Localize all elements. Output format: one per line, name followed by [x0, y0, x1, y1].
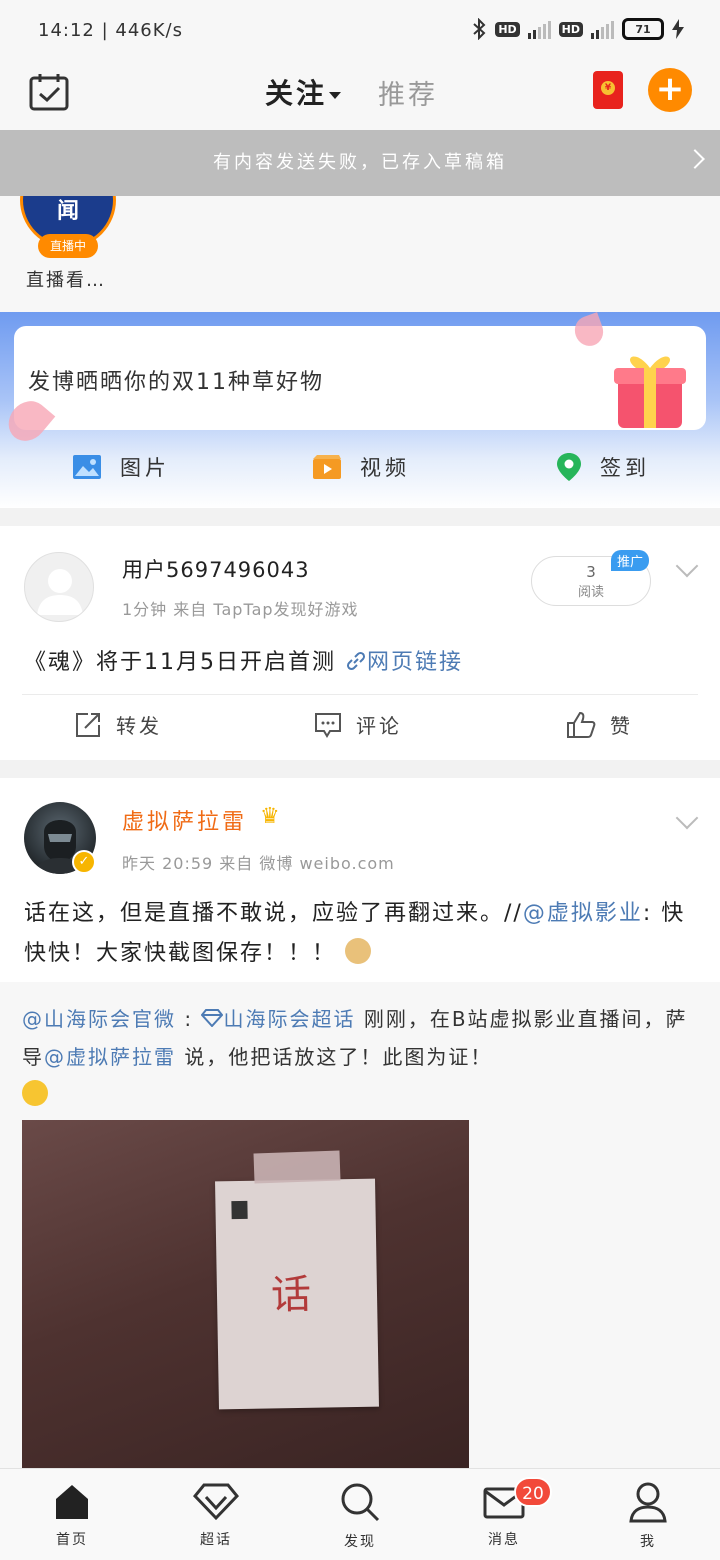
web-link[interactable]: 网页链接 [345, 650, 463, 675]
caret-down-icon [329, 91, 342, 99]
like-button[interactable]: 赞 [566, 710, 633, 739]
compose-video-button[interactable]: 视频 [312, 452, 410, 482]
verified-badge-icon: ✓ [72, 850, 96, 874]
thumbs-up-icon [567, 711, 596, 738]
compose-input[interactable]: 发博晒晒你的双11种草好物 [14, 326, 706, 430]
compose-actions: 图片 视频 签到 [0, 452, 720, 498]
feed-post: ✓ 虚拟萨拉雷 ♛ 昨天 20:59 来自 微博 weibo.com 话在这，但… [0, 778, 720, 1470]
repost-button[interactable]: 转发 [74, 710, 162, 739]
post-meta: 1分钟 来自 TapTap发现好游戏 [122, 600, 359, 619]
signal-icon-2 [591, 19, 614, 39]
repost-block[interactable]: @山海际会官微 : 山海际会超话 刚刚，在B站虚拟影业直播间，萨导@虚拟萨拉雷 … [0, 982, 720, 1470]
post-username[interactable]: 用户5697496043 [122, 554, 310, 584]
hd-icon-2: HD [558, 21, 583, 37]
hd-icon: HD [495, 21, 520, 37]
chevron-down-icon[interactable] [675, 554, 699, 578]
grin-emoji-icon [22, 1080, 48, 1106]
nav-home[interactable]: 首页 [32, 1481, 112, 1549]
live-tag: 直播中 [38, 234, 98, 258]
search-icon [341, 1483, 380, 1522]
user-icon [629, 1482, 667, 1523]
compose-image-button[interactable]: 图片 [72, 452, 170, 482]
mention-link[interactable]: @山海际会官微 [22, 1007, 176, 1031]
nav-discover[interactable]: 发现 [320, 1481, 400, 1551]
chevron-right-icon [685, 149, 705, 169]
default-avatar-icon [37, 569, 83, 615]
post-actions: 转发 评论 赞 [0, 696, 720, 756]
image-icon [73, 455, 101, 479]
link-icon [346, 651, 366, 671]
sticker [231, 1200, 248, 1220]
message-count-badge: 20 [514, 1477, 552, 1507]
tab-follow[interactable]: 关注 [259, 72, 342, 112]
doge-emoji-icon [345, 938, 372, 964]
post-image[interactable]: 话 [22, 1120, 469, 1470]
compose-card: 发博晒晒你的双11种草好物 图片 视频 签到 [0, 312, 720, 508]
draft-banner[interactable]: 有内容发送失败，已存入草稿箱 [0, 130, 720, 196]
promo-badge: 推广 [611, 550, 650, 571]
comment-icon [315, 712, 341, 738]
bottom-nav: 首页 超话 发现 消息 20 我 [0, 1468, 720, 1560]
location-pin-icon [557, 453, 581, 481]
diamond-icon [201, 1009, 224, 1028]
mention-link[interactable]: @虚拟萨拉雷 [44, 1045, 176, 1069]
live-label[interactable]: 直播看… [26, 266, 106, 292]
battery-icon: 71 [622, 18, 664, 40]
gift-icon [614, 356, 686, 428]
diamond-icon [192, 1483, 240, 1521]
feed-post: 用户5697496043 1分钟 来自 TapTap发现好游戏 3 阅读 推广 … [0, 526, 720, 760]
calendar-check-icon[interactable] [28, 72, 70, 112]
repost-icon [76, 712, 100, 737]
status-icons: HD HD 71 [471, 18, 684, 40]
compose-prompt: 发博晒晒你的双11种草好物 [28, 370, 324, 395]
charging-icon [672, 19, 684, 39]
top-nav: 关注 推荐 + [0, 62, 720, 130]
chevron-down-icon[interactable] [675, 806, 699, 830]
post-meta: 昨天 20:59 来自 微博 weibo.com [122, 854, 395, 873]
crown-icon: ♛ [260, 804, 280, 829]
tape [253, 1150, 341, 1184]
divider [22, 694, 698, 695]
compose-checkin-button[interactable]: 签到 [556, 452, 650, 482]
repost-text: @山海际会官微 : 山海际会超话 刚刚，在B站虚拟影业直播间，萨导@虚拟萨拉雷 … [22, 1000, 702, 1114]
avatar[interactable] [24, 552, 94, 622]
status-bar: 14:12 | 446K/s HD HD 71 [0, 0, 720, 62]
home-icon [56, 1485, 88, 1519]
red-packet-icon[interactable] [593, 71, 623, 109]
signal-icon [527, 19, 551, 39]
mention-link[interactable]: @虚拟影业 [523, 901, 643, 926]
status-time: 14:12 | 446K/s [38, 20, 183, 41]
post-username[interactable]: 虚拟萨拉雷 [122, 804, 247, 836]
tab-recommend[interactable]: 推荐 [378, 73, 438, 112]
compose-plus-button[interactable]: + [648, 68, 692, 112]
post-content[interactable]: 话在这，但是直播不敢说，应验了再翻过来。//@虚拟影业: 快快快！大家快截图保存… [24, 894, 704, 974]
nav-me[interactable]: 我 [608, 1481, 688, 1551]
paper-note: 话 [215, 1178, 379, 1410]
post-content[interactable]: 《魂》将于11月5日开启首测 网页链接 [24, 644, 463, 676]
topic-link[interactable]: 山海际会超话 [201, 1007, 363, 1031]
bluetooth-icon [473, 18, 486, 40]
video-icon [313, 455, 341, 479]
comment-button[interactable]: 评论 [314, 710, 402, 739]
nav-super-topic[interactable]: 超话 [176, 1481, 256, 1549]
